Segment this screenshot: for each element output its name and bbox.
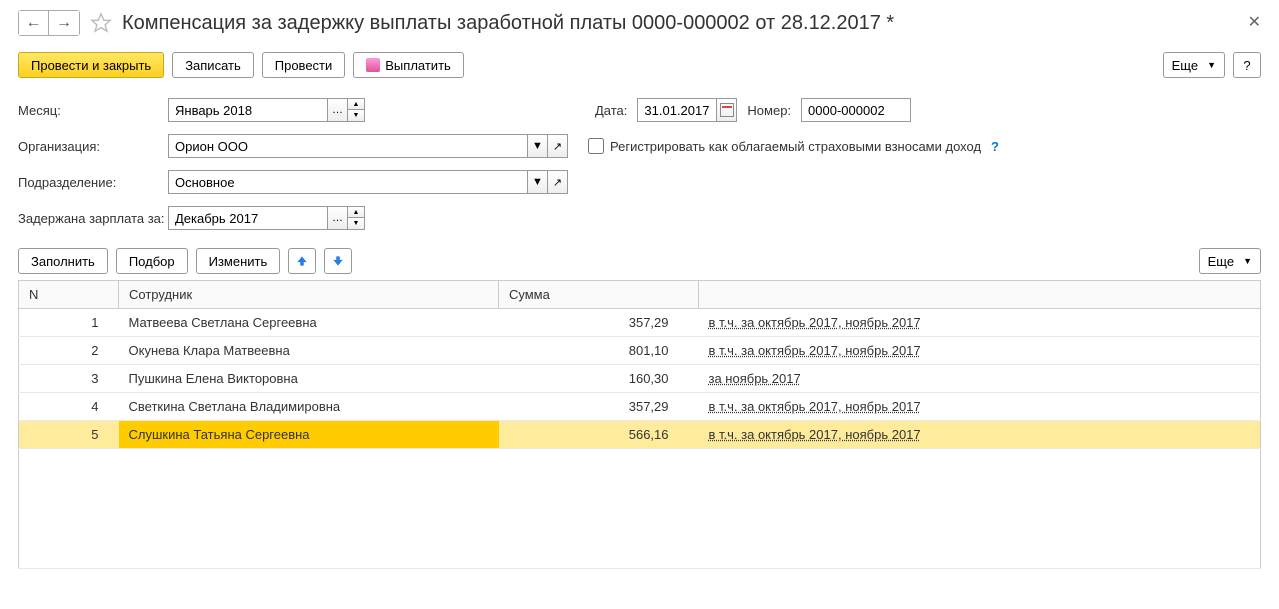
- cell-employee: Слушкина Татьяна Сергеевна: [119, 421, 499, 449]
- taxable-checkbox[interactable]: [588, 138, 604, 154]
- detail-link[interactable]: за ноябрь 2017: [709, 371, 801, 386]
- month-select-button[interactable]: …: [328, 98, 348, 122]
- chevron-down-icon: ▼: [1243, 256, 1252, 266]
- table-row[interactable]: 2Окунева Клара Матвеевна801,10 в т.ч. за …: [19, 337, 1261, 365]
- cell-detail: в т.ч. за октябрь 2017, ноябрь 2017: [699, 421, 1261, 449]
- cell-sum: 160,30: [499, 365, 699, 393]
- nav-back-button[interactable]: ←: [19, 11, 49, 35]
- pay-button[interactable]: Выплатить: [353, 52, 464, 78]
- taxable-label: Регистрировать как облагаемый страховыми…: [610, 139, 981, 154]
- page-title: Компенсация за задержку выплаты заработн…: [122, 12, 894, 35]
- detail-link[interactable]: в т.ч. за октябрь 2017, ноябрь 2017: [709, 427, 921, 442]
- table-more-button[interactable]: Еще▼: [1199, 248, 1261, 274]
- close-icon[interactable]: ✕: [1248, 12, 1261, 32]
- cell-n: 1: [19, 309, 119, 337]
- employee-table: N Сотрудник Сумма 1Матвеева Светлана Сер…: [18, 280, 1261, 569]
- nav-forward-button[interactable]: →: [49, 11, 79, 35]
- cell-detail: в т.ч. за октябрь 2017, ноябрь 2017: [699, 393, 1261, 421]
- detail-link[interactable]: в т.ч. за октябрь 2017, ноябрь 2017: [709, 343, 921, 358]
- dept-open-button[interactable]: ↗: [548, 170, 568, 194]
- number-input[interactable]: [801, 98, 911, 122]
- cell-detail: в т.ч. за октябрь 2017, ноябрь 2017: [699, 337, 1261, 365]
- cell-detail: за ноябрь 2017: [699, 365, 1261, 393]
- fill-button[interactable]: Заполнить: [18, 248, 108, 274]
- cell-sum: 357,29: [499, 393, 699, 421]
- cell-sum: 357,29: [499, 309, 699, 337]
- delayed-label: Задержана зарплата за:: [18, 211, 168, 226]
- cell-employee: Пушкина Елена Викторовна: [119, 365, 499, 393]
- org-input[interactable]: [168, 134, 528, 158]
- dept-label: Подразделение:: [18, 175, 168, 190]
- delayed-spin-down[interactable]: ▼: [348, 218, 364, 229]
- org-label: Организация:: [18, 139, 168, 154]
- month-input[interactable]: [168, 98, 328, 122]
- detail-link[interactable]: в т.ч. за октябрь 2017, ноябрь 2017: [709, 315, 921, 330]
- cell-n: 3: [19, 365, 119, 393]
- cell-employee: Матвеева Светлана Сергеевна: [119, 309, 499, 337]
- cell-n: 2: [19, 337, 119, 365]
- cell-sum: 801,10: [499, 337, 699, 365]
- table-row[interactable]: 5Слушкина Татьяна Сергеевна566,16 в т.ч. …: [19, 421, 1261, 449]
- favorite-star-icon[interactable]: [90, 12, 112, 34]
- cell-n: 5: [19, 421, 119, 449]
- cell-employee: Окунева Клара Матвеевна: [119, 337, 499, 365]
- col-header-sum[interactable]: Сумма: [499, 281, 699, 309]
- chevron-down-icon: ▼: [1207, 60, 1216, 70]
- calendar-icon: [720, 103, 734, 117]
- cell-employee: Светкина Светлана Владимировна: [119, 393, 499, 421]
- org-open-button[interactable]: ↗: [548, 134, 568, 158]
- month-spin-up[interactable]: ▲: [348, 99, 364, 110]
- date-label: Дата:: [595, 103, 627, 118]
- table-row[interactable]: 3Пушкина Елена Викторовна160,30 за ноябрь…: [19, 365, 1261, 393]
- delayed-input[interactable]: [168, 206, 328, 230]
- delayed-select-button[interactable]: …: [328, 206, 348, 230]
- table-row[interactable]: 4Светкина Светлана Владимировна357,29 в т…: [19, 393, 1261, 421]
- move-down-button[interactable]: [324, 248, 352, 274]
- table-row[interactable]: 1Матвеева Светлана Сергеевна357,29 в т.ч.…: [19, 309, 1261, 337]
- col-header-n[interactable]: N: [19, 281, 119, 309]
- delayed-spin-up[interactable]: ▲: [348, 207, 364, 218]
- dept-dropdown-button[interactable]: ▼: [528, 170, 548, 194]
- month-label: Месяц:: [18, 103, 168, 118]
- submit-button[interactable]: Провести: [262, 52, 346, 78]
- submit-close-button[interactable]: Провести и закрыть: [18, 52, 164, 78]
- pick-button[interactable]: Подбор: [116, 248, 188, 274]
- date-calendar-button[interactable]: [717, 98, 737, 122]
- detail-link[interactable]: в т.ч. за октябрь 2017, ноябрь 2017: [709, 399, 921, 414]
- move-up-button[interactable]: [288, 248, 316, 274]
- date-input[interactable]: [637, 98, 717, 122]
- save-button[interactable]: Записать: [172, 52, 254, 78]
- change-button[interactable]: Изменить: [196, 248, 281, 274]
- nav-arrows: ← →: [18, 10, 80, 36]
- cell-n: 4: [19, 393, 119, 421]
- help-icon[interactable]: ?: [991, 139, 999, 154]
- number-label: Номер:: [747, 103, 791, 118]
- col-header-detail: [699, 281, 1261, 309]
- cell-detail: в т.ч. за октябрь 2017, ноябрь 2017: [699, 309, 1261, 337]
- more-button[interactable]: Еще▼: [1163, 52, 1225, 78]
- help-button[interactable]: ?: [1233, 52, 1261, 78]
- org-dropdown-button[interactable]: ▼: [528, 134, 548, 158]
- cell-sum: 566,16: [499, 421, 699, 449]
- dept-input[interactable]: [168, 170, 528, 194]
- col-header-employee[interactable]: Сотрудник: [119, 281, 499, 309]
- month-spin-down[interactable]: ▼: [348, 110, 364, 121]
